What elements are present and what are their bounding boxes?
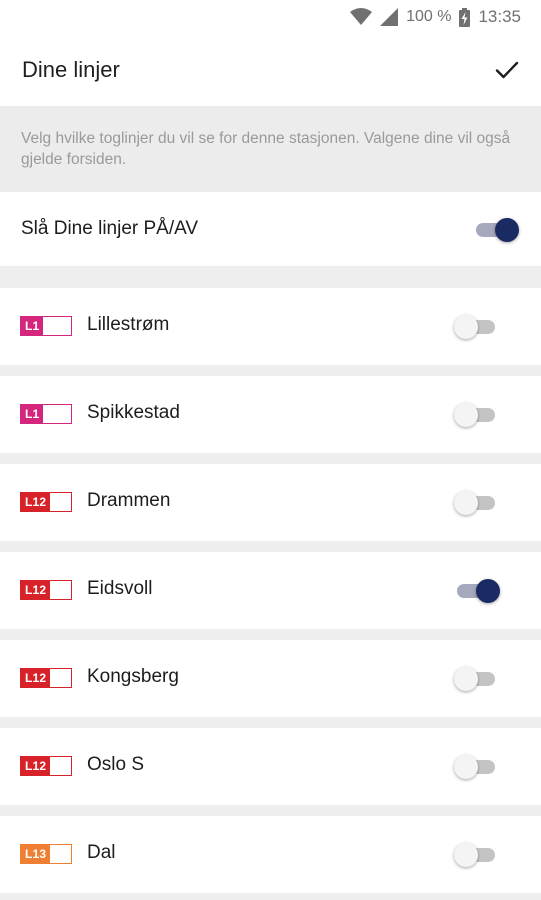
- line-row[interactable]: L13 Dal: [0, 816, 541, 893]
- line-badge: L12: [20, 668, 72, 688]
- toggle-thumb: [454, 755, 478, 779]
- battery-level: 100 %: [406, 8, 452, 25]
- toggle-thumb: [454, 491, 478, 515]
- line-toggle-switch[interactable]: [454, 401, 500, 427]
- line-row[interactable]: L12 Eidsvoll: [0, 552, 541, 629]
- page-title: Dine linjer: [22, 57, 120, 82]
- app-bar: Dine linjer: [0, 34, 541, 106]
- line-code: L13: [21, 845, 51, 863]
- line-toggle-switch[interactable]: [454, 841, 500, 867]
- status-bar: 100 % 13:35: [0, 0, 541, 34]
- line-badge: L1: [20, 316, 72, 336]
- line-badge: L12: [20, 492, 72, 512]
- line-name: Spikkestad: [87, 402, 180, 423]
- check-icon[interactable]: [493, 56, 521, 84]
- line-code: L12: [21, 669, 51, 687]
- line-toggle-switch[interactable]: [454, 665, 500, 691]
- signal-icon: [380, 8, 399, 26]
- line-badge: L1: [20, 404, 72, 424]
- line-code: L1: [21, 405, 44, 423]
- line-code: L12: [21, 581, 51, 599]
- toggle-thumb: [454, 843, 478, 867]
- line-row[interactable]: L1 Lillestrøm: [0, 288, 541, 365]
- line-row[interactable]: L12 Oslo S: [0, 728, 541, 805]
- line-code: L12: [21, 493, 51, 511]
- line-toggle-switch[interactable]: [454, 313, 500, 339]
- toggle-thumb: [454, 403, 478, 427]
- toggle-thumb: [495, 218, 519, 242]
- line-row[interactable]: L1 Spikkestad: [0, 376, 541, 453]
- info-text: Velg hvilke toglinjer du vil se for denn…: [0, 106, 541, 192]
- line-row[interactable]: L12 Drammen: [0, 464, 541, 541]
- line-name: Eidsvoll: [87, 578, 153, 599]
- line-name: Drammen: [87, 490, 171, 511]
- line-toggle-switch[interactable]: [454, 753, 500, 779]
- line-name: Oslo S: [87, 754, 145, 775]
- line-code: L1: [21, 317, 44, 335]
- line-badge: L13: [20, 844, 72, 864]
- line-name: Lillestrøm: [87, 314, 170, 335]
- master-toggle-row[interactable]: Slå Dine linjer PÅ/AV: [0, 192, 541, 266]
- toggle-thumb: [454, 667, 478, 691]
- master-toggle-label: Slå Dine linjer PÅ/AV: [21, 218, 199, 239]
- wifi-icon: [350, 8, 373, 26]
- line-toggle-switch[interactable]: [454, 489, 500, 515]
- battery-charging-icon: [459, 7, 471, 27]
- clock: 13:35: [478, 7, 521, 26]
- line-badge: L12: [20, 580, 72, 600]
- line-code: L12: [21, 757, 51, 775]
- master-toggle-switch[interactable]: [473, 216, 519, 242]
- line-name: Dal: [87, 842, 116, 863]
- line-name: Kongsberg: [87, 666, 179, 687]
- line-toggle-switch[interactable]: [454, 577, 500, 603]
- toggle-thumb: [476, 579, 500, 603]
- line-row[interactable]: L12 Kongsberg: [0, 640, 541, 717]
- line-badge: L12: [20, 756, 72, 776]
- toggle-thumb: [454, 315, 478, 339]
